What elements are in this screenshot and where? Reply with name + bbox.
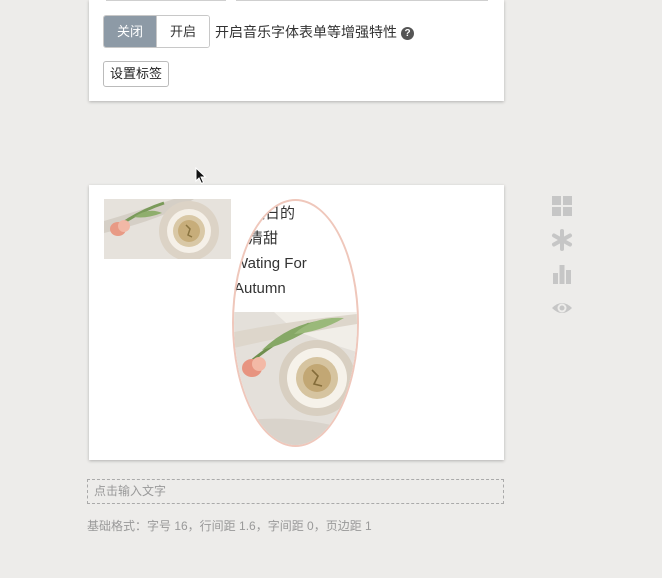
tea-photo-large [234, 312, 357, 445]
enhance-toggle[interactable]: 关闭 开启 [103, 15, 210, 48]
preview-line-3: Wating For [234, 255, 307, 272]
grid-icon[interactable] [551, 195, 573, 217]
toggle-on-button[interactable]: 开启 [156, 16, 209, 47]
ellipse-frame[interactable]: 秋日的 清甜 Wating For Autumn [232, 199, 359, 447]
preview-line-4: Autumn [234, 280, 286, 297]
divider [236, 0, 488, 1]
bar-chart-icon[interactable] [551, 263, 573, 285]
mouse-cursor-icon [195, 167, 207, 185]
asterisk-icon[interactable] [551, 229, 573, 251]
settings-card: 关闭 开启 开启音乐字体表单等增强特性? 设置标签 [89, 0, 504, 101]
preview-text: 秋日的 清甜 Wating For Autumn [234, 201, 357, 301]
divider [106, 0, 226, 1]
set-label-button[interactable]: 设置标签 [103, 61, 170, 87]
preview-line-2: 清甜 [248, 230, 279, 247]
toggle-description: 开启音乐字体表单等增强特性? [215, 22, 414, 42]
help-icon[interactable]: ? [401, 27, 414, 40]
preview-line-1: 秋日的 [250, 205, 296, 222]
text-input-area[interactable]: 点击输入文字 [87, 479, 504, 504]
toggle-off-button[interactable]: 关闭 [104, 16, 156, 47]
format-info: 基础格式：字号 16，行间距 1.6，字间距 0，页边距 1 [87, 519, 372, 533]
toggle-description-text: 开启音乐字体表单等增强特性 [215, 24, 397, 40]
eye-icon[interactable] [551, 297, 573, 319]
preview-card: 秋日的 清甜 Wating For Autumn [89, 185, 504, 460]
tool-sidebar [551, 195, 573, 331]
tea-photo[interactable] [104, 199, 231, 259]
